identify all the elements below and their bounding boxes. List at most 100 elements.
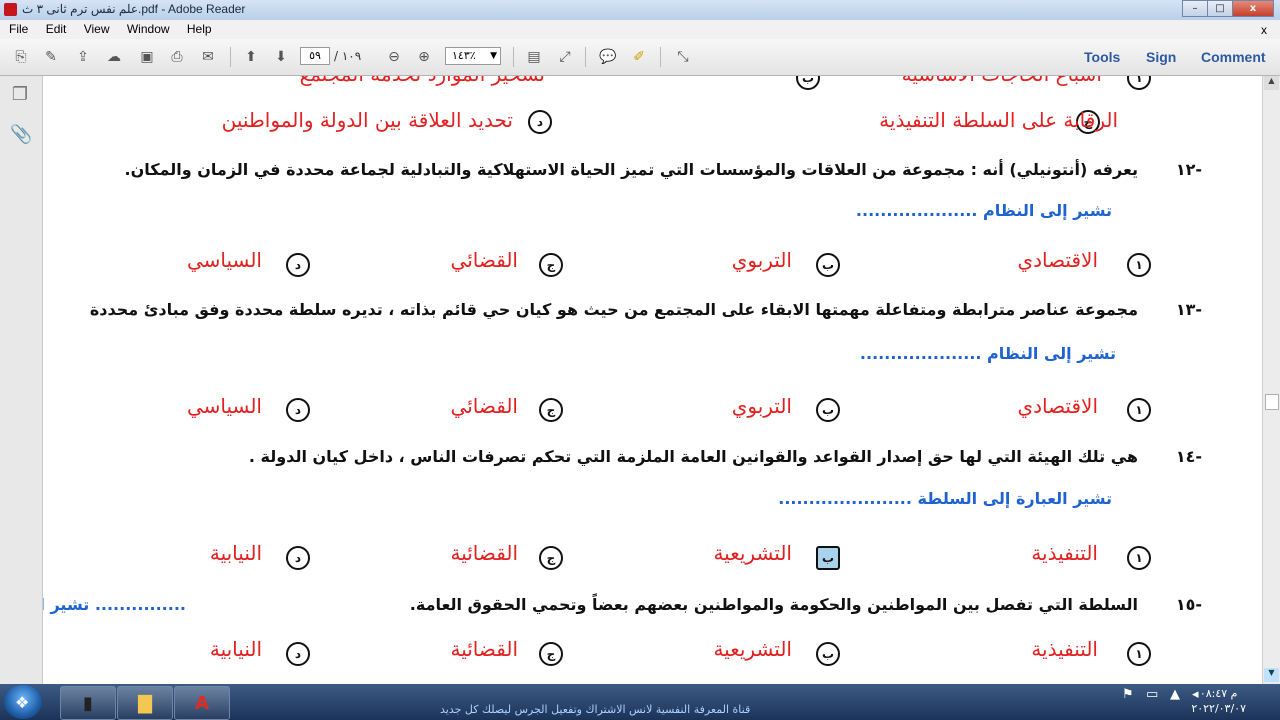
comment-pane-button[interactable]: Comment <box>1201 49 1266 65</box>
zoom-in-icon[interactable]: ⊕ <box>413 46 435 68</box>
zoom-value: ١٤٣٪ <box>452 49 476 62</box>
option-d-marker: د <box>528 110 552 134</box>
menu-help[interactable]: Help <box>182 20 217 38</box>
q12-option-a-text: الاقتصادي <box>1017 248 1098 272</box>
q14-option-c-text: القضائية <box>450 541 518 565</box>
q12-option-d-marker: د <box>286 253 310 277</box>
option-c-text: الرقابة على السلطة التنفيذية <box>879 108 1118 132</box>
maximize-button[interactable]: □ <box>1207 0 1233 17</box>
question-14-hint: تشير العبارة إلى السلطة ................… <box>778 489 1112 508</box>
minimize-button[interactable]: – <box>1182 0 1208 17</box>
folder-icon: ▇ <box>138 692 152 714</box>
start-button[interactable]: ❖ <box>4 685 42 719</box>
edit-icon[interactable]: ✎ <box>40 46 62 68</box>
q14-option-a-marker: ١ <box>1127 546 1151 570</box>
q14-option-a-text: التنفيذية <box>1031 541 1098 565</box>
scrollbar-thumb[interactable] <box>1265 394 1279 410</box>
q12-option-b-marker: ب <box>816 253 840 277</box>
q15-option-b-marker: ب <box>816 642 840 666</box>
scroll-up-icon[interactable]: ▲ <box>1264 76 1279 90</box>
sticky-note-icon[interactable]: 💬 <box>597 46 619 68</box>
question-12-text: يعرفه (أنتونيلي) أنه : مجموعة من العلاقا… <box>124 160 1138 179</box>
question-12-hint: تشير إلى النظام .................... <box>855 201 1112 220</box>
question-15-hint: تشير العبارة إلى السلطة ............... <box>43 595 186 614</box>
page-total: / ١٠٩ <box>334 49 362 63</box>
expand-icon[interactable]: ⤡ <box>672 46 694 68</box>
battery-icon[interactable]: ▭ <box>1146 687 1158 702</box>
option-a-marker: ١ <box>1127 76 1151 90</box>
taskbar-app-explorer[interactable]: ▇ <box>117 686 173 720</box>
q15-option-a-text: التنفيذية <box>1031 637 1098 661</box>
upload-cloud-icon[interactable]: ☁ <box>103 46 125 68</box>
next-page-icon[interactable]: ⬇ <box>270 46 292 68</box>
menu-window[interactable]: Window <box>122 20 175 38</box>
document-page: تسخير الموارد لخدمة المجتمع ب اشباع الحا… <box>43 76 1262 684</box>
q12-option-a-marker: ١ <box>1127 253 1151 277</box>
option-d-text: تحديد العلاقة بين الدولة والمواطنين <box>221 108 513 132</box>
highlight-icon[interactable]: ✐ <box>628 46 650 68</box>
question-15-text: السلطة التي تفصل بين المواطنين والحكومة … <box>409 595 1138 614</box>
q15-option-c-marker: ج <box>539 642 563 666</box>
toolbar-divider <box>660 47 661 67</box>
q15-option-a-marker: ١ <box>1127 642 1151 666</box>
option-b-text: تسخير الموارد لخدمة المجتمع <box>300 76 545 86</box>
question-12-number: -١٢ <box>1175 160 1202 179</box>
document-close-icon[interactable]: x <box>1256 21 1272 39</box>
q13-option-b-marker: ب <box>816 398 840 422</box>
menu-bar: File Edit View Window Help x <box>0 20 1280 39</box>
q14-option-d-marker: د <box>286 546 310 570</box>
vertical-scrollbar[interactable]: ▲ ▼ <box>1262 76 1280 684</box>
q13-option-d-marker: د <box>286 398 310 422</box>
q13-option-c-marker: ج <box>539 398 563 422</box>
toolbar-divider <box>230 47 231 67</box>
menu-view[interactable]: View <box>79 20 115 38</box>
q13-option-c-text: القضائي <box>450 394 518 418</box>
adobe-reader-icon: A <box>195 692 209 714</box>
menu-file[interactable]: File <box>4 20 33 38</box>
option-a-text: اشباع الحاجات الأساسية <box>902 76 1102 86</box>
page-number-input[interactable]: ٥٩ <box>300 47 330 65</box>
q15-option-d-text: النيابية <box>209 637 262 661</box>
taskbar-app-adobe-reader[interactable]: A <box>174 686 230 720</box>
camera-icon: ▮ <box>83 692 93 714</box>
print-icon[interactable]: ⎙ <box>166 46 188 68</box>
q12-option-c-text: القضائي <box>450 248 518 272</box>
zoom-select[interactable]: ١٤٣٪ ▼ <box>445 47 501 65</box>
q13-option-a-text: الاقتصادي <box>1017 394 1098 418</box>
q12-option-b-text: التربوي <box>731 248 792 272</box>
question-13-text: مجموعة عناصر مترابطة ومتفاعلة مهمتها الا… <box>89 300 1138 319</box>
option-b-marker: ب <box>796 76 820 90</box>
toolbar-divider <box>585 47 586 67</box>
previous-page-icon[interactable]: ⬆ <box>240 46 262 68</box>
system-clock[interactable]: م ٠٨:٤٧ ٢٠٢٢/٠٣/٠٧ <box>1191 686 1246 716</box>
attachments-icon[interactable]: 📎 <box>10 124 32 146</box>
channel-ticker: قناة المعرفة النفسية لانس الاشتراك وتفعي… <box>440 703 751 716</box>
create-pdf-icon[interactable]: ⎘ <box>10 46 32 68</box>
toolbar-divider <box>513 47 514 67</box>
question-14-number: -١٤ <box>1175 447 1202 466</box>
menu-edit[interactable]: Edit <box>41 20 72 38</box>
save-icon[interactable]: ▣ <box>136 46 158 68</box>
question-13-number: -١٣ <box>1175 300 1202 319</box>
taskbar-app-camera[interactable]: ▮ <box>60 686 116 720</box>
share-icon[interactable]: ⇪ <box>72 46 94 68</box>
adobe-reader-icon <box>4 3 17 16</box>
fit-width-icon[interactable]: ⤢ <box>554 46 576 68</box>
navigation-pane: ❐ 📎 <box>0 76 43 684</box>
tools-pane-button[interactable]: Tools <box>1084 49 1120 65</box>
zoom-out-icon[interactable]: ⊖ <box>383 46 405 68</box>
network-icon[interactable]: ▲ <box>1170 687 1180 702</box>
q14-option-b-text: التشريعية <box>713 541 792 565</box>
page-thumbnails-icon[interactable]: ❐ <box>10 84 30 106</box>
clock-date: ٢٠٢٢/٠٣/٠٧ <box>1191 702 1246 715</box>
q13-option-d-text: السياسي <box>186 394 262 418</box>
q14-option-b-marker-selected[interactable]: ب <box>816 546 840 570</box>
fit-page-icon[interactable]: ▤ <box>523 46 545 68</box>
sign-pane-button[interactable]: Sign <box>1146 49 1176 65</box>
scroll-down-icon[interactable]: ▼ <box>1264 668 1279 682</box>
notification-flag-icon[interactable]: ⚑ <box>1122 687 1134 702</box>
window-title: علم نفس ترم ثانى ٣ ث.pdf - Adobe Reader <box>22 2 246 16</box>
windows-logo-icon: ❖ <box>15 693 30 712</box>
close-button[interactable]: x <box>1232 0 1274 17</box>
email-icon[interactable]: ✉ <box>197 46 219 68</box>
